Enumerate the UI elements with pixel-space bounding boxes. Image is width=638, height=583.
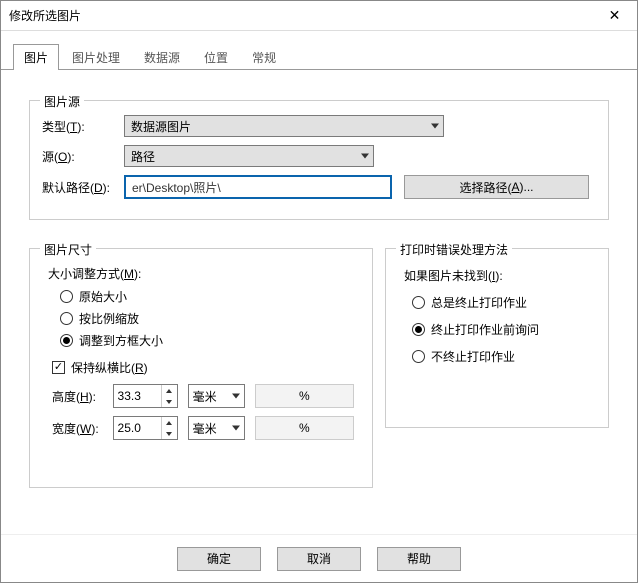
source-label: 源(O): bbox=[42, 148, 124, 165]
source-select-value: 路径 bbox=[131, 148, 155, 165]
spinner-down-icon[interactable] bbox=[162, 428, 177, 439]
radio-icon bbox=[60, 290, 73, 303]
width-percent-button[interactable]: % bbox=[255, 416, 354, 440]
radio-always-stop[interactable]: 总是终止打印作业 bbox=[412, 294, 590, 311]
source-select[interactable]: 路径 bbox=[124, 145, 374, 167]
spinner-up-icon[interactable] bbox=[162, 385, 177, 396]
radio-proportional-scale[interactable]: 按比例缩放 bbox=[60, 310, 354, 327]
tab-position[interactable]: 位置 bbox=[193, 44, 239, 70]
height-unit-select[interactable]: 毫米 bbox=[188, 384, 245, 408]
tab-general[interactable]: 常规 bbox=[241, 44, 287, 70]
ok-button[interactable]: 确定 bbox=[177, 547, 261, 571]
type-select[interactable]: 数据源图片 bbox=[124, 115, 444, 137]
radio-ask-before-stop[interactable]: 终止打印作业前询问 bbox=[412, 321, 590, 338]
resize-mode-label: 大小调整方式(M): bbox=[48, 265, 354, 282]
legend-image-source: 图片源 bbox=[40, 93, 84, 110]
chevron-down-icon bbox=[361, 154, 369, 159]
radio-icon bbox=[412, 323, 425, 336]
choose-path-button[interactable]: 选择路径(A)... bbox=[404, 175, 589, 199]
tab-datasource[interactable]: 数据源 bbox=[133, 44, 191, 70]
legend-error-handling: 打印时错误处理方法 bbox=[396, 241, 512, 258]
fieldset-image-source: 图片源 类型(T): 数据源图片 源(O): 路径 bbox=[29, 100, 609, 220]
width-spinner[interactable]: 25.0 bbox=[113, 416, 178, 440]
checkbox-keep-ratio[interactable]: ✓ 保持纵横比(R) bbox=[52, 359, 354, 376]
fieldset-image-size: 图片尺寸 大小调整方式(M): 原始大小 按比例缩放 调整到方框大小 bbox=[29, 248, 373, 488]
dialog-footer: 确定 取消 帮助 bbox=[1, 534, 637, 582]
help-button[interactable]: 帮助 bbox=[377, 547, 461, 571]
tab-content: 图片源 类型(T): 数据源图片 源(O): 路径 bbox=[1, 70, 637, 534]
titlebar: 修改所选图片 ✕ bbox=[1, 1, 637, 31]
checkbox-icon: ✓ bbox=[52, 361, 65, 374]
default-path-input[interactable]: er\Desktop\照片\ bbox=[124, 175, 392, 199]
dialog-window: 修改所选图片 ✕ 图片 图片处理 数据源 位置 常规 图片源 类型(T): 数据… bbox=[0, 0, 638, 583]
close-icon[interactable]: ✕ bbox=[592, 1, 637, 31]
window-title: 修改所选图片 bbox=[9, 7, 592, 24]
tab-processing[interactable]: 图片处理 bbox=[61, 44, 131, 70]
fieldset-error-handling: 打印时错误处理方法 如果图片未找到(I): 总是终止打印作业 终止打印作业前询问… bbox=[385, 248, 609, 428]
radio-fit-box[interactable]: 调整到方框大小 bbox=[60, 332, 354, 349]
width-unit-select[interactable]: 毫米 bbox=[188, 416, 245, 440]
legend-image-size: 图片尺寸 bbox=[40, 241, 96, 258]
radio-icon bbox=[412, 296, 425, 309]
cancel-button[interactable]: 取消 bbox=[277, 547, 361, 571]
radio-icon bbox=[412, 350, 425, 363]
error-heading: 如果图片未找到(I): bbox=[404, 267, 590, 284]
chevron-down-icon bbox=[232, 426, 240, 431]
chevron-down-icon bbox=[431, 124, 439, 129]
width-label: 宽度(W): bbox=[52, 420, 103, 437]
tab-bar: 图片 图片处理 数据源 位置 常规 bbox=[1, 31, 637, 70]
spinner-down-icon[interactable] bbox=[162, 396, 177, 407]
height-spinner[interactable]: 33.3 bbox=[113, 384, 178, 408]
radio-icon bbox=[60, 312, 73, 325]
type-label: 类型(T): bbox=[42, 118, 124, 135]
type-select-value: 数据源图片 bbox=[131, 118, 191, 135]
radio-original-size[interactable]: 原始大小 bbox=[60, 288, 354, 305]
radio-icon bbox=[60, 334, 73, 347]
radio-no-stop[interactable]: 不终止打印作业 bbox=[412, 348, 590, 365]
height-label: 高度(H): bbox=[52, 388, 103, 405]
spinner-up-icon[interactable] bbox=[162, 417, 177, 428]
chevron-down-icon bbox=[232, 394, 240, 399]
default-path-label: 默认路径(D): bbox=[42, 179, 124, 196]
tab-image[interactable]: 图片 bbox=[13, 44, 59, 70]
height-percent-button[interactable]: % bbox=[255, 384, 354, 408]
